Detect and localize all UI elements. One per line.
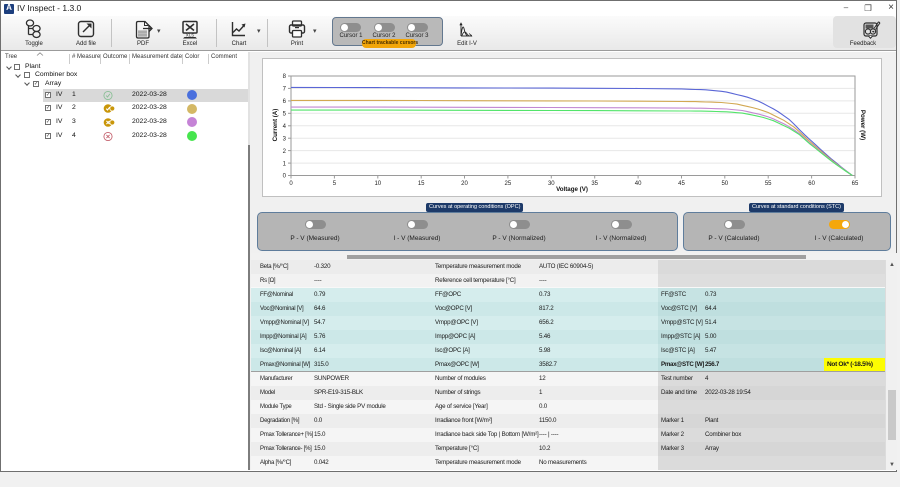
svg-text:Voltage (V): Voltage (V) xyxy=(556,186,588,193)
svg-text:50: 50 xyxy=(721,181,728,187)
svg-text:20: 20 xyxy=(461,181,468,187)
svg-text:Power (W): Power (W) xyxy=(859,110,866,140)
svg-text:45: 45 xyxy=(678,181,685,187)
svg-text:35: 35 xyxy=(591,181,598,187)
svg-text:10: 10 xyxy=(374,181,381,187)
svg-text:55: 55 xyxy=(765,181,772,187)
svg-text:15: 15 xyxy=(418,181,425,187)
svg-text:40: 40 xyxy=(635,181,642,187)
svg-text:25: 25 xyxy=(505,181,512,187)
svg-text:65: 65 xyxy=(852,181,859,187)
svg-text:XLS: XLS xyxy=(186,33,195,38)
svg-text:60: 60 xyxy=(808,181,815,187)
svg-text:30: 30 xyxy=(548,181,555,187)
svg-text:Current (A): Current (A) xyxy=(272,109,279,142)
